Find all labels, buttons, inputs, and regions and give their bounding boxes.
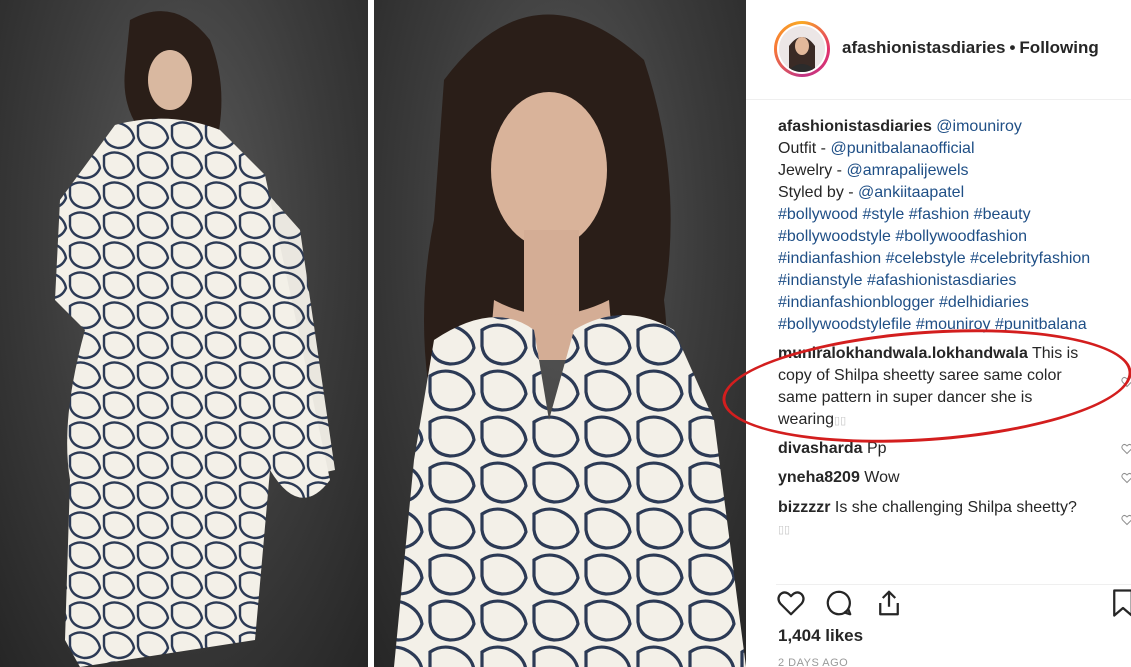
header-line: afashionistasdiaries • Following	[842, 38, 1099, 58]
comment-text: copy of Shilpa sheetty saree same color	[778, 367, 1062, 384]
caption-prefix: Outfit -	[778, 140, 831, 157]
hashtag-line[interactable]: #indianstyle #afashionistasdiaries	[778, 270, 1128, 292]
caption-line: Jewelry - @amrapalijewels	[778, 160, 1128, 182]
caption-mention[interactable]: @ankiitaapatel	[858, 184, 964, 201]
bookmark-icon[interactable]	[1110, 588, 1131, 620]
comment: divasharda Pp	[778, 438, 1118, 460]
post-header: afashionistasdiaries • Following	[746, 0, 1131, 100]
comment: yneha8209 Wow	[778, 467, 1118, 489]
comment-heart-icon[interactable]	[1121, 472, 1131, 486]
caption-username[interactable]: afashionistasdiaries	[778, 118, 932, 135]
heart-icon[interactable]	[776, 588, 808, 620]
comment-username[interactable]: divasharda	[778, 440, 862, 457]
comment: muniralokhandwala.lokhandwala This is co…	[778, 343, 1118, 432]
comment-icon[interactable]	[824, 588, 856, 620]
hashtag-line[interactable]: #bollywoodstyle #bollywoodfashion	[778, 226, 1128, 248]
hashtag-line[interactable]: #bollywood #style #fashion #beauty	[778, 204, 1128, 226]
caption-mention[interactable]: @amrapalijewels	[846, 162, 968, 179]
header-separator: •	[1009, 38, 1016, 57]
caption-line: afashionistasdiaries @imouniroy	[778, 116, 1128, 138]
comment-username[interactable]: bizzzzr	[778, 499, 830, 516]
comment-text: Pp	[866, 440, 887, 457]
comment-text: This is	[1032, 345, 1079, 362]
hashtag-line[interactable]: #bollywoodstylefile #mouniroy #punitbala…	[778, 314, 1128, 336]
likes-count[interactable]: 1,404 likes	[778, 626, 863, 646]
header-username[interactable]: afashionistasdiaries	[842, 38, 1005, 57]
share-icon[interactable]	[874, 588, 906, 620]
emoji-placeholder: ▯▯	[778, 524, 791, 536]
comment-text: Wow	[864, 469, 900, 486]
post-timestamp: 2 DAYS AGO	[778, 657, 849, 667]
caption-mention[interactable]: @punitbalanaofficial	[830, 140, 974, 157]
comment-heart-icon[interactable]	[1121, 514, 1131, 528]
comment-heart-icon[interactable]	[1121, 443, 1131, 457]
comment-username[interactable]: muniralokhandwala.lokhandwala	[778, 345, 1028, 362]
fashion-photo-closeup	[394, 14, 746, 667]
post-photo-right	[374, 0, 746, 667]
comment-text: wearing	[778, 411, 835, 428]
comment-username[interactable]: yneha8209	[778, 469, 860, 486]
post-photo-left	[0, 0, 368, 667]
avatar[interactable]	[774, 21, 830, 77]
caption: afashionistasdiaries @imouniroy Outfit -…	[778, 116, 1128, 336]
hashtag-line[interactable]: #indianfashion #celebstyle #celebrityfas…	[778, 248, 1128, 270]
hashtag-line[interactable]: #indianfashionblogger #delhidiaries	[778, 292, 1128, 314]
fashion-photo-full-length	[55, 11, 335, 667]
caption-line: Outfit - @punitbalanaofficial	[778, 138, 1128, 160]
avatar-illustration	[779, 26, 825, 72]
comment-text: same pattern in super dancer she is	[778, 389, 1033, 406]
caption-mention[interactable]: @imouniroy	[936, 118, 1022, 135]
post-side-panel: afashionistasdiaries • Following afashioni…	[746, 0, 1131, 667]
comment-text: Is she challenging Shilpa sheetty?	[834, 499, 1077, 516]
post-actions	[776, 584, 1131, 620]
caption-prefix: Jewelry -	[778, 162, 847, 179]
comment-heart-icon[interactable]	[1121, 376, 1131, 390]
following-button[interactable]: Following	[1019, 38, 1098, 57]
comment: bizzzzr Is she challenging Shilpa sheett…	[778, 497, 1118, 541]
emoji-placeholder: ▯▯	[834, 415, 847, 427]
caption-prefix: Styled by -	[778, 184, 859, 201]
caption-line: Styled by - @ankiitaapatel	[778, 182, 1128, 204]
